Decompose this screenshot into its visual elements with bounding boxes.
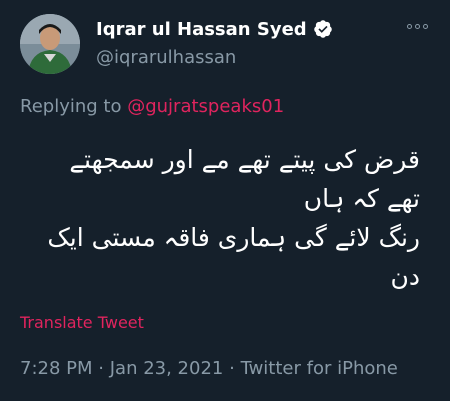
tweet-line: تھے کہ ہاں (303, 184, 420, 213)
meta-separator: · (98, 358, 104, 379)
tweet-text: قرض کی پیتے تھے مے اور سمجھتے تھے کہ ہاں… (20, 140, 420, 296)
tweet-source[interactable]: Twitter for iPhone (241, 358, 398, 379)
tweet-card: Iqrar ul Hassan Syed @iqrarulhassan Repl… (0, 0, 450, 401)
dot-icon (415, 24, 420, 29)
tweet-date[interactable]: Jan 23, 2021 (110, 358, 224, 379)
meta-separator: · (229, 358, 235, 379)
tweet-time[interactable]: 7:28 PM (20, 358, 93, 379)
author-info: Iqrar ul Hassan Syed @iqrarulhassan (96, 17, 333, 68)
tweet-metadata: 7:28 PM · Jan 23, 2021 · Twitter for iPh… (20, 358, 398, 379)
avatar-photo-icon (20, 14, 80, 74)
replying-prefix: Replying to (20, 96, 122, 117)
tweet-line: قرض کی پیتے تھے مے اور سمجھتے (69, 145, 420, 174)
dot-icon (423, 24, 428, 29)
name-row: Iqrar ul Hassan Syed (96, 17, 333, 41)
dot-icon (407, 24, 412, 29)
tweet-line: دن (390, 262, 421, 291)
display-name[interactable]: Iqrar ul Hassan Syed (96, 19, 307, 40)
more-options-icon[interactable] (407, 24, 428, 29)
avatar[interactable] (20, 14, 80, 74)
translate-tweet-link[interactable]: Translate Tweet (20, 313, 144, 332)
tweet-line: رنگ لائے گی ہماری فاقہ مستی ایک (47, 223, 420, 252)
reply-mention-link[interactable]: @gujratspeaks01 (127, 96, 284, 117)
verified-badge-icon (313, 19, 333, 39)
author-handle[interactable]: @iqrarulhassan (96, 47, 333, 68)
replying-to: Replying to @gujratspeaks01 (20, 96, 284, 117)
